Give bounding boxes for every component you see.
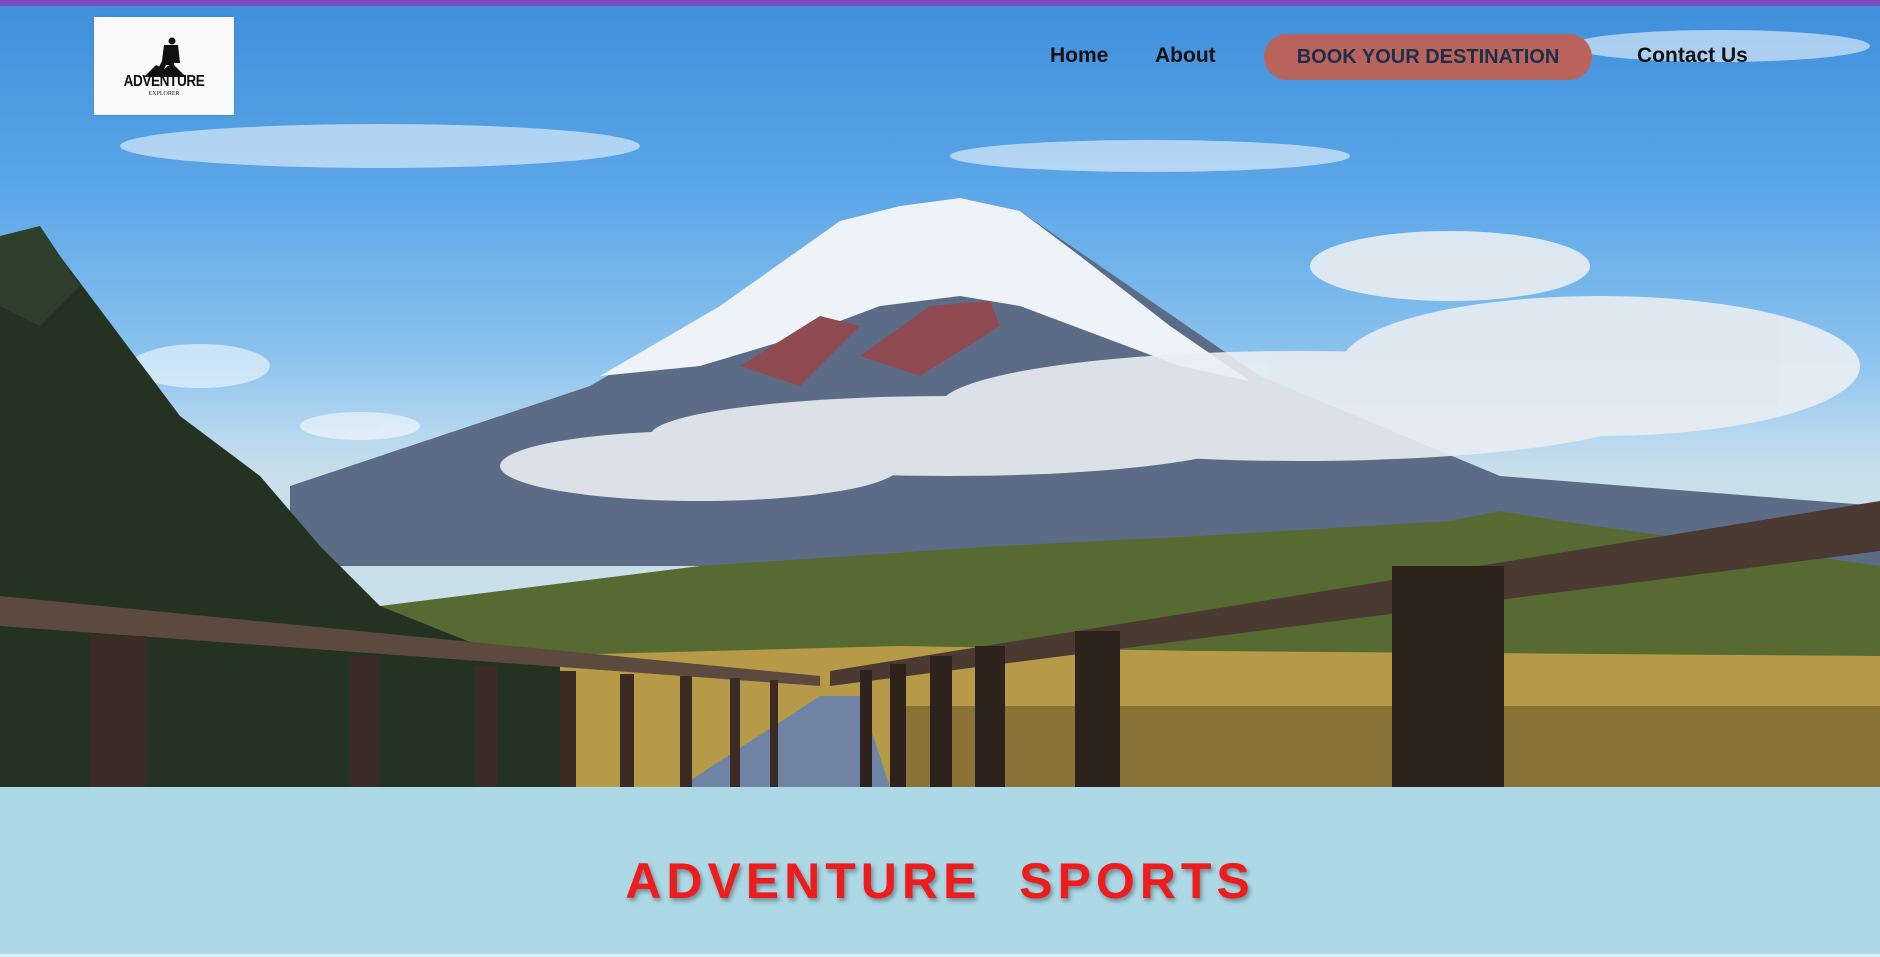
logo-subtitle: EXPLORER bbox=[148, 91, 180, 97]
hero-landscape-illustration bbox=[0, 30, 1880, 787]
section-title: ADVENTURE SPORTS bbox=[625, 853, 1255, 909]
hero-image bbox=[0, 6, 1880, 787]
logo-title: ADVENTURE bbox=[123, 73, 205, 90]
nav-contact-link[interactable]: Contact Us bbox=[1637, 44, 1748, 68]
logo[interactable]: ADVENTURE EXPLORER bbox=[94, 17, 234, 115]
book-destination-button[interactable]: BOOK YOUR DESTINATION bbox=[1264, 34, 1592, 80]
hiker-icon bbox=[144, 37, 186, 77]
nav-about-link[interactable]: About bbox=[1155, 44, 1216, 68]
nav-home-link[interactable]: Home bbox=[1050, 44, 1108, 68]
